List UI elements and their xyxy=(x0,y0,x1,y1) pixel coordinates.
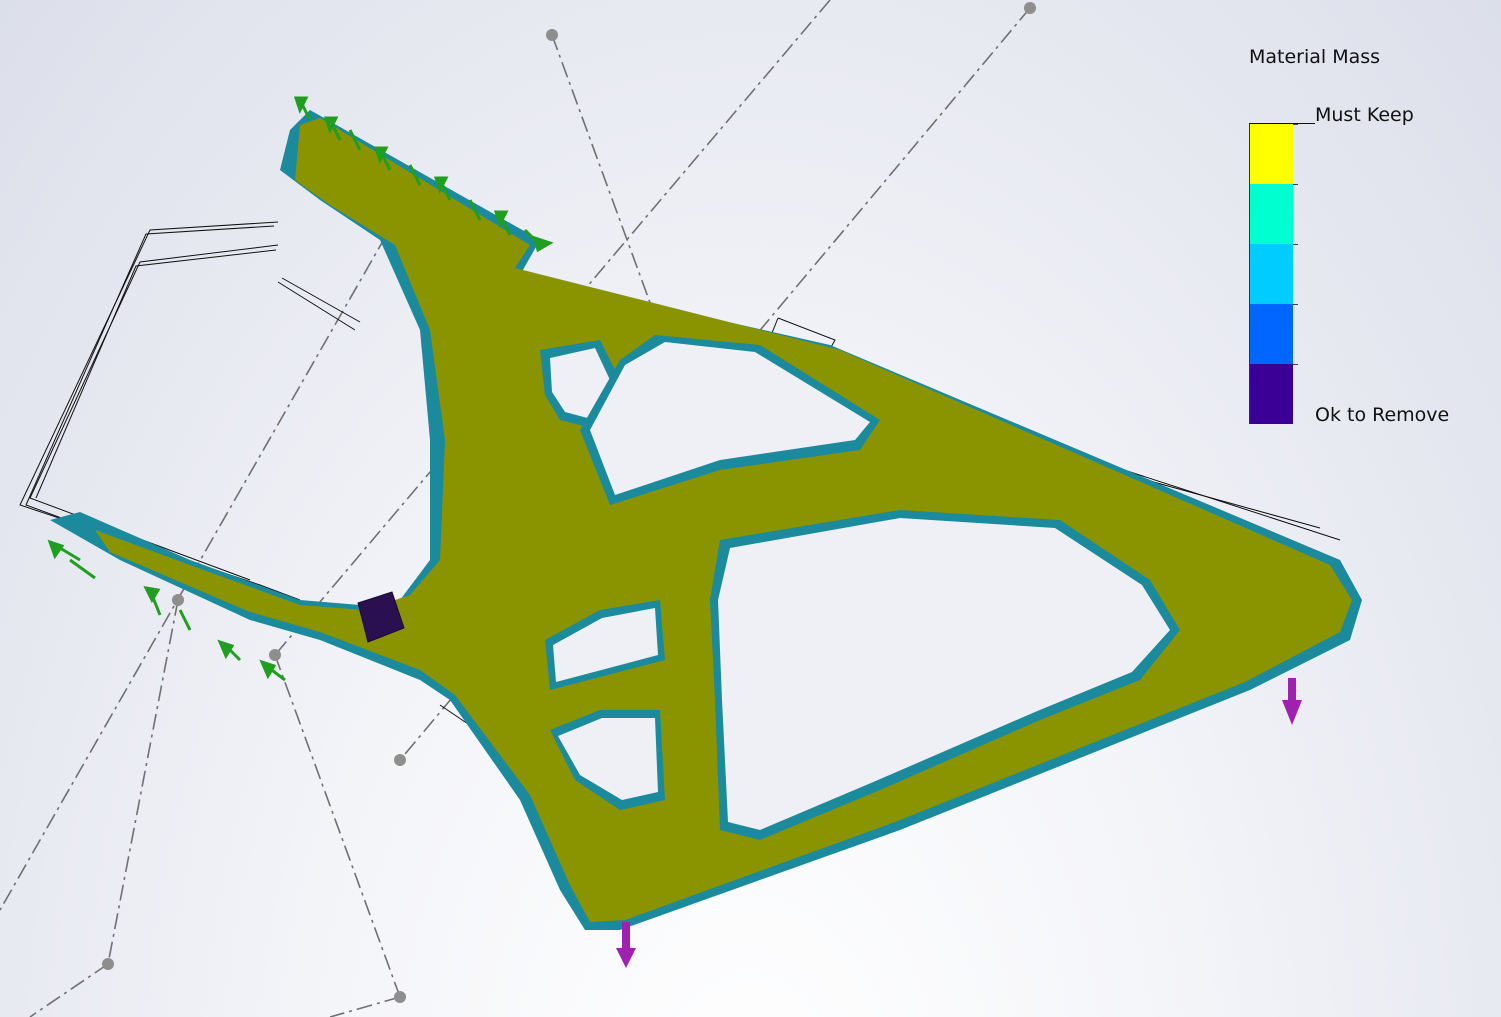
legend-seg-5 xyxy=(1250,364,1298,424)
legend-seg-4 xyxy=(1250,304,1298,364)
legend-label-ok-to-remove: Ok to Remove xyxy=(1315,404,1450,426)
legend-seg-3 xyxy=(1250,244,1298,304)
topology-result-body[interactable] xyxy=(50,110,1362,930)
legend-color-bar xyxy=(1249,124,1298,424)
material-mass-legend: Material Mass Must Keep Ok to Remove xyxy=(1240,40,1490,440)
legend-seg-2 xyxy=(1250,184,1298,244)
legend-title: Material Mass xyxy=(1249,46,1381,68)
legend-label-must-keep: Must Keep xyxy=(1315,104,1414,126)
legend-seg-1 xyxy=(1250,124,1298,184)
